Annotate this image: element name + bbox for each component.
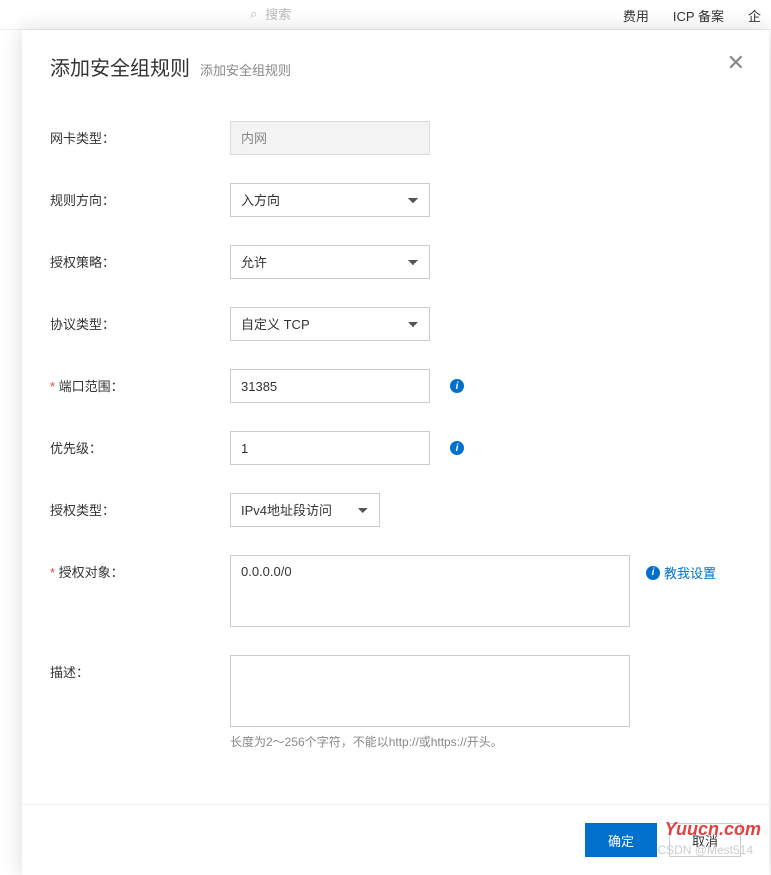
help-link-text: 教我设置 <box>664 563 716 582</box>
info-icon: i <box>646 566 660 580</box>
textarea-auth-object[interactable] <box>230 555 630 627</box>
textarea-description[interactable] <box>230 655 630 727</box>
modal-header: 添加安全组规则 添加安全组规则 ✕ <box>22 30 769 91</box>
select-auth-type[interactable]: IPv4地址段访问 <box>230 493 380 527</box>
description-hint: 长度为2～256个字符，不能以http://或https://开头。 <box>230 733 630 750</box>
row-priority: 优先级： i <box>50 431 741 465</box>
row-protocol: 协议类型： 自定义 TCP <box>50 307 741 341</box>
row-auth-type: 授权类型： IPv4地址段访问 <box>50 493 741 527</box>
bg-nav: 费用 ICP 备案 企 <box>623 6 761 25</box>
modal-title: 添加安全组规则 <box>50 52 190 81</box>
row-auth-object: 授权对象： i 教我设置 <box>50 555 741 627</box>
nav-item[interactable]: 企 <box>748 6 761 25</box>
info-icon[interactable]: i <box>450 379 464 393</box>
row-direction: 规则方向： 入方向 <box>50 183 741 217</box>
row-policy: 授权策略： 允许 <box>50 245 741 279</box>
label-auth-type: 授权类型： <box>50 493 230 519</box>
search-icon: ⌕ <box>250 6 257 22</box>
select-policy[interactable]: 允许 <box>230 245 430 279</box>
bg-header: ⌕ 搜索 费用 ICP 备案 企 <box>0 0 771 30</box>
label-direction: 规则方向： <box>50 183 230 209</box>
modal-body: 网卡类型： 内网 规则方向： 入方向 授权策略： 允许 协议类型： 自定义 TC… <box>22 91 769 804</box>
info-icon[interactable]: i <box>450 441 464 455</box>
cancel-button[interactable]: 取消 <box>669 823 741 857</box>
modal-footer: 确定 取消 <box>22 804 769 875</box>
label-priority: 优先级： <box>50 431 230 457</box>
bg-search: ⌕ 搜索 <box>250 4 291 23</box>
label-policy: 授权策略： <box>50 245 230 271</box>
label-nic-type: 网卡类型： <box>50 121 230 147</box>
add-security-rule-modal: 添加安全组规则 添加安全组规则 ✕ 网卡类型： 内网 规则方向： 入方向 授权策… <box>22 30 769 875</box>
label-auth-object: 授权对象： <box>50 555 230 581</box>
close-icon[interactable]: ✕ <box>727 52 745 74</box>
nav-item[interactable]: ICP 备案 <box>673 6 724 25</box>
label-description: 描述： <box>50 655 230 681</box>
modal-subtitle: 添加安全组规则 <box>200 60 291 79</box>
label-port-range: 端口范围： <box>50 369 230 395</box>
select-direction[interactable]: 入方向 <box>230 183 430 217</box>
select-nic-type: 内网 <box>230 121 430 155</box>
row-description: 描述： 长度为2～256个字符，不能以http://或https://开头。 <box>50 655 741 750</box>
confirm-button[interactable]: 确定 <box>585 823 657 857</box>
help-link-auth-object[interactable]: i 教我设置 <box>646 563 716 582</box>
row-nic-type: 网卡类型： 内网 <box>50 121 741 155</box>
input-port-range[interactable] <box>230 369 430 403</box>
nav-item[interactable]: 费用 <box>623 6 649 25</box>
row-port-range: 端口范围： i <box>50 369 741 403</box>
label-protocol: 协议类型： <box>50 307 230 333</box>
select-protocol[interactable]: 自定义 TCP <box>230 307 430 341</box>
bg-search-placeholder: 搜索 <box>265 4 291 23</box>
input-priority[interactable] <box>230 431 430 465</box>
